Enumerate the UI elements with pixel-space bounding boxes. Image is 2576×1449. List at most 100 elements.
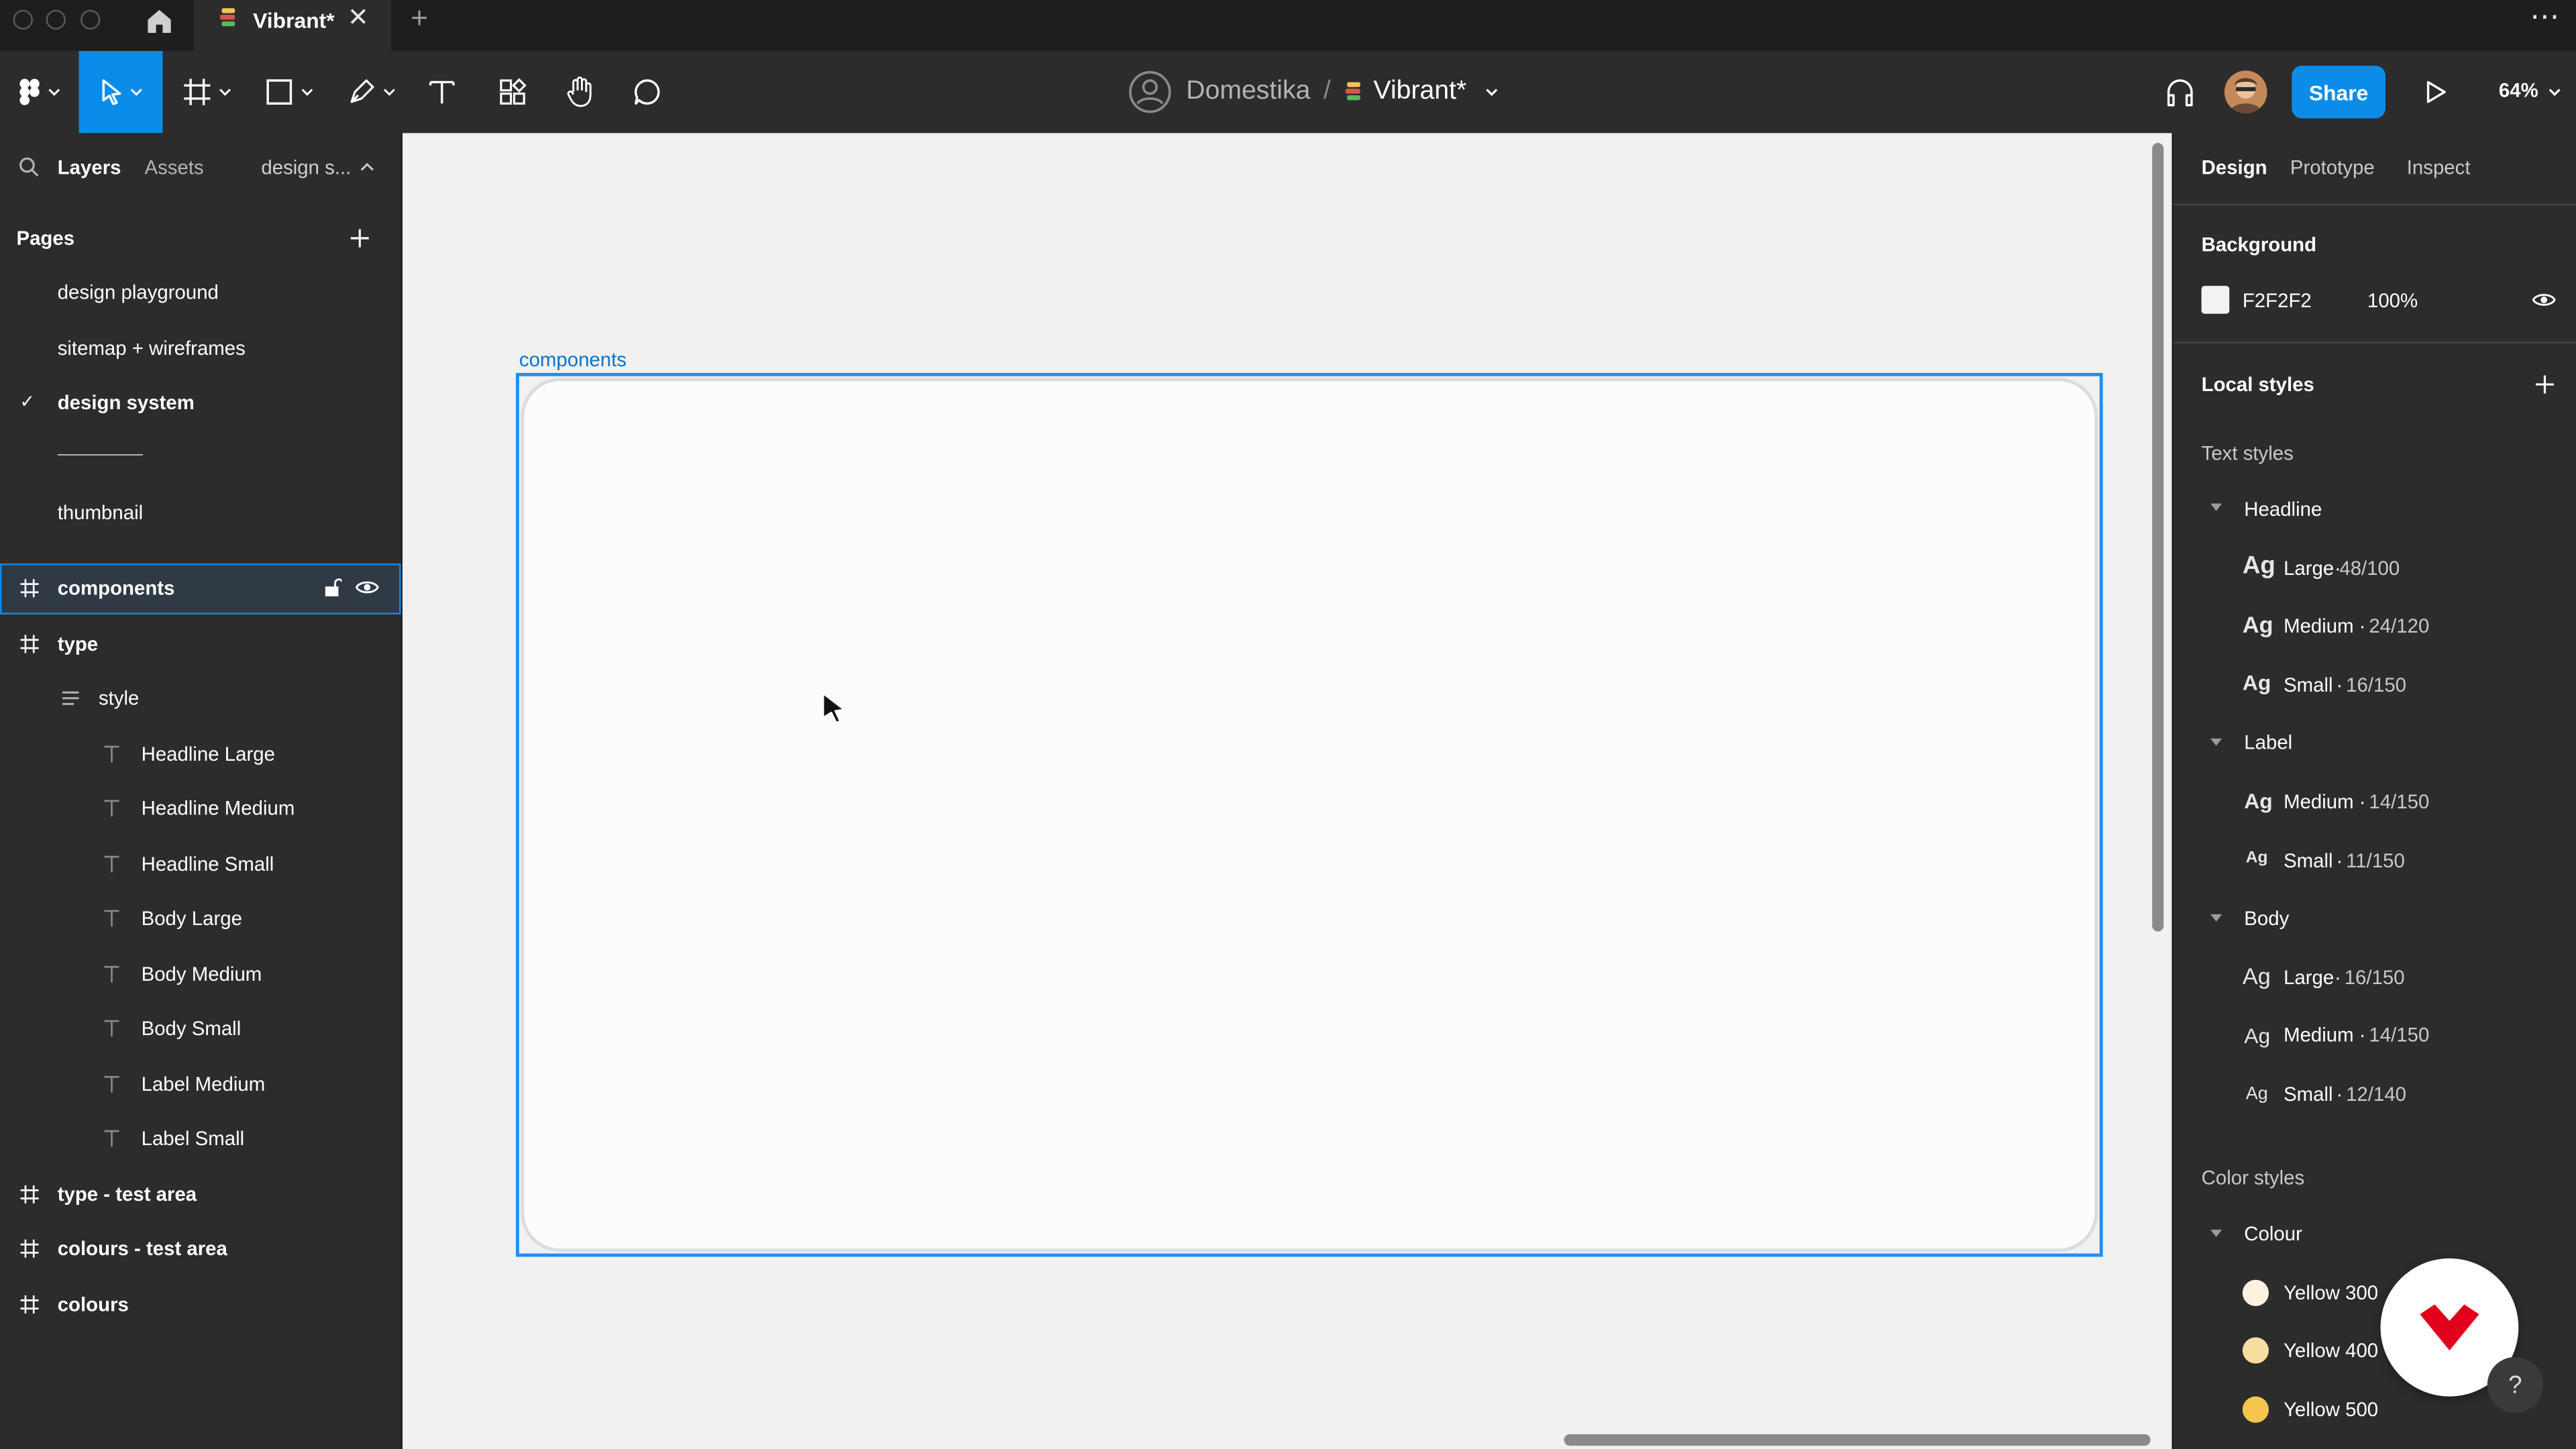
visibility-eye-icon[interactable] bbox=[355, 578, 380, 596]
page-item-thumbnail[interactable]: thumbnail bbox=[58, 501, 143, 524]
chevron-down-icon bbox=[48, 89, 60, 96]
frame-label[interactable]: components bbox=[519, 348, 627, 371]
color-style-name[interactable]: Yellow 400 bbox=[2284, 1339, 2378, 1362]
breadcrumb: Domestika / Vibrant* bbox=[1127, 51, 1499, 133]
home-icon[interactable] bbox=[145, 7, 174, 36]
style-preview-ag: Ag bbox=[2242, 611, 2273, 638]
share-button[interactable]: Share bbox=[2292, 65, 2385, 119]
style-spec: 24/120 bbox=[2369, 614, 2430, 638]
help-button[interactable]: ? bbox=[2487, 1356, 2544, 1413]
close-tab-icon[interactable] bbox=[348, 7, 368, 26]
chevron-down-icon[interactable] bbox=[2546, 84, 2563, 100]
layer-body-large[interactable]: Body Large bbox=[142, 907, 242, 930]
layer-body-small[interactable]: Body Small bbox=[142, 1017, 241, 1040]
resources-tool[interactable] bbox=[491, 51, 534, 133]
visibility-eye-icon[interactable] bbox=[2532, 290, 2557, 309]
layer-label-medium[interactable]: Label Medium bbox=[142, 1073, 266, 1095]
background-hex[interactable]: F2F2F2 bbox=[2243, 289, 2312, 312]
tab-prototype[interactable]: Prototype bbox=[2290, 156, 2375, 179]
text-styles-title: Text styles bbox=[2201, 441, 2294, 466]
layer-colours-test-area[interactable]: colours - test area bbox=[58, 1237, 227, 1260]
window-close-button[interactable] bbox=[13, 9, 33, 30]
file-name[interactable]: Vibrant* bbox=[1373, 77, 1466, 107]
style-dot: · bbox=[2359, 614, 2366, 638]
text-icon bbox=[429, 80, 455, 104]
add-page-icon[interactable] bbox=[350, 228, 370, 248]
hand-tool[interactable] bbox=[559, 51, 602, 133]
move-tool[interactable] bbox=[78, 50, 163, 133]
tab-assets[interactable]: Assets bbox=[145, 156, 204, 179]
style-group-label[interactable]: Label bbox=[2244, 731, 2292, 754]
style-name[interactable]: Small bbox=[2284, 674, 2333, 696]
hand-icon bbox=[567, 76, 592, 107]
style-group-body[interactable]: Body bbox=[2244, 907, 2289, 930]
page-item-sitemap-wireframes[interactable]: sitemap + wireframes bbox=[58, 337, 246, 360]
frame-icon bbox=[19, 634, 39, 653]
present-icon[interactable] bbox=[2425, 79, 2448, 105]
style-name[interactable]: Small bbox=[2284, 1083, 2333, 1106]
layer-type[interactable]: type bbox=[58, 633, 98, 655]
style-name[interactable]: Small bbox=[2284, 849, 2333, 872]
vertical-scrollbar[interactable] bbox=[2152, 143, 2164, 932]
layer-components[interactable]: components bbox=[58, 577, 175, 600]
horizontal-scrollbar[interactable] bbox=[1564, 1434, 2151, 1446]
more-menu-button[interactable]: ⋯ bbox=[2530, 0, 2559, 34]
frame-tool[interactable] bbox=[174, 51, 240, 133]
comment-tool[interactable] bbox=[626, 51, 669, 133]
page-item-design-playground[interactable]: design playground bbox=[58, 281, 219, 304]
tab-design[interactable]: Design bbox=[2202, 156, 2267, 179]
zoom-level[interactable]: 64% bbox=[2499, 79, 2538, 102]
pen-tool[interactable] bbox=[338, 51, 404, 133]
background-title: Background bbox=[2201, 233, 2317, 257]
layer-label-small[interactable]: Label Small bbox=[142, 1127, 245, 1150]
style-name[interactable]: Medium bbox=[2284, 1024, 2354, 1046]
caret-down-icon[interactable] bbox=[2210, 1229, 2223, 1239]
style-dot: · bbox=[2336, 674, 2343, 697]
shape-tool[interactable] bbox=[256, 51, 322, 133]
layer-headline-large[interactable]: Headline Large bbox=[142, 743, 275, 765]
search-icon[interactable] bbox=[18, 156, 40, 178]
window-maximize-button[interactable] bbox=[80, 9, 101, 30]
style-name[interactable]: Large bbox=[2284, 557, 2334, 580]
caret-down-icon[interactable] bbox=[2210, 914, 2223, 924]
chevron-down-icon[interactable] bbox=[1483, 84, 1499, 100]
new-tab-button[interactable]: + bbox=[411, 1, 428, 36]
chevron-up-icon[interactable] bbox=[360, 161, 374, 172]
page-selector[interactable]: design s... bbox=[261, 156, 351, 179]
text-layer-icon bbox=[102, 798, 121, 818]
headphones-icon[interactable] bbox=[2163, 76, 2196, 109]
background-opacity[interactable]: 100% bbox=[2367, 289, 2418, 312]
unlock-icon[interactable] bbox=[322, 577, 342, 598]
page-item-divider[interactable]: ————— bbox=[58, 442, 143, 465]
text-tool[interactable] bbox=[421, 51, 464, 133]
color-styles-title: Color styles bbox=[2201, 1166, 2305, 1190]
page-item-design-system[interactable]: design system bbox=[58, 391, 195, 414]
add-style-icon[interactable] bbox=[2535, 374, 2555, 394]
tab-layers[interactable]: Layers bbox=[58, 156, 121, 179]
caret-down-icon[interactable] bbox=[2210, 738, 2223, 748]
layer-style[interactable]: style bbox=[99, 687, 139, 710]
color-style-name[interactable]: Yellow 300 bbox=[2284, 1281, 2378, 1304]
style-group-headline[interactable]: Headline bbox=[2244, 498, 2322, 521]
main-menu-button[interactable] bbox=[7, 51, 72, 133]
background-color-swatch[interactable] bbox=[2201, 286, 2230, 314]
layer-headline-small[interactable]: Headline Small bbox=[142, 853, 274, 875]
style-name[interactable]: Medium bbox=[2284, 614, 2354, 637]
chevron-down-icon bbox=[129, 89, 142, 96]
layer-body-medium[interactable]: Body Medium bbox=[142, 963, 262, 985]
user-avatar[interactable] bbox=[2224, 70, 2267, 113]
style-name[interactable]: Medium bbox=[2284, 790, 2354, 813]
style-preview-ag: Ag bbox=[2244, 788, 2273, 814]
components-frame[interactable] bbox=[524, 381, 2095, 1249]
layer-headline-medium[interactable]: Headline Medium bbox=[142, 797, 295, 820]
caret-down-icon[interactable] bbox=[2210, 502, 2223, 513]
frame-icon bbox=[19, 1185, 39, 1204]
window-minimize-button[interactable] bbox=[46, 9, 66, 30]
color-group-colour[interactable]: Colour bbox=[2244, 1222, 2302, 1245]
color-style-name[interactable]: Yellow 500 bbox=[2284, 1398, 2378, 1421]
tab-inspect[interactable]: Inspect bbox=[2407, 156, 2471, 179]
style-name[interactable]: Large bbox=[2284, 966, 2334, 989]
layer-type-test-area[interactable]: type - test area bbox=[58, 1183, 197, 1205]
layer-colours[interactable]: colours bbox=[58, 1293, 129, 1316]
team-name[interactable]: Domestika bbox=[1186, 77, 1310, 107]
